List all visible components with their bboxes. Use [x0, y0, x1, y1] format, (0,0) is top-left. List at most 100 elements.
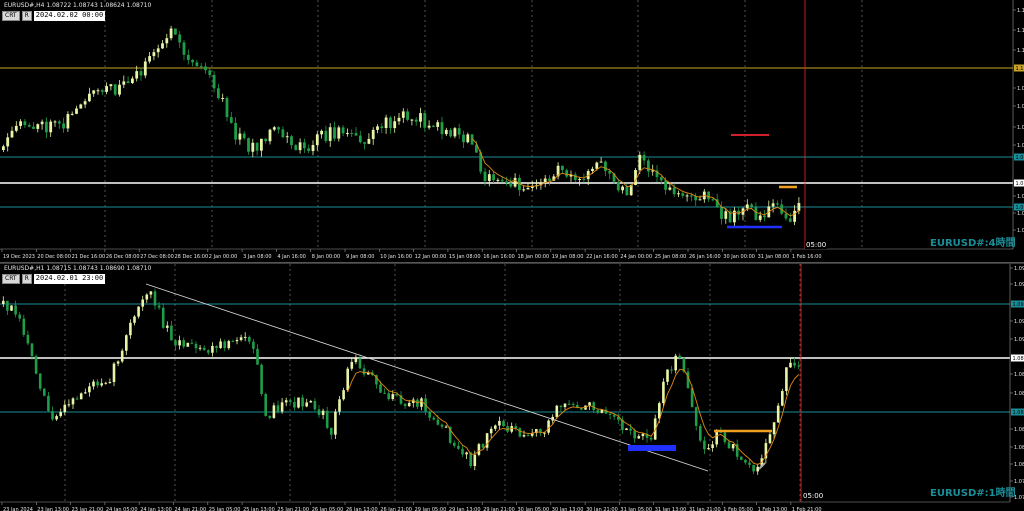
- candle-body: [462, 134, 465, 143]
- h4-r-tag[interactable]: R: [21, 11, 32, 21]
- price-label: 1.0: [1017, 125, 1024, 131]
- candle-body: [32, 126, 35, 129]
- candle-body: [118, 84, 121, 95]
- candle-body: [135, 71, 139, 79]
- candle-body: [595, 162, 599, 169]
- candle-body: [43, 388, 46, 396]
- h1-chart-canvas[interactable]: 1.091.091.091.091.081.081.081.081.081.07…: [0, 264, 1024, 511]
- candle-body: [137, 306, 140, 317]
- candle-body: [416, 399, 419, 407]
- candle-body: [49, 121, 53, 133]
- time-label: 24 Jan 21:00: [175, 507, 207, 511]
- candle-body: [303, 142, 306, 149]
- time-label: 22 Jan 16:00: [586, 254, 618, 260]
- candle-body: [750, 204, 753, 208]
- candle-body: [47, 395, 50, 412]
- h4-chart-canvas[interactable]: 1.11.11.11.01.01.01.01.01.01.01.11.01.01…: [0, 0, 1024, 262]
- candle-body: [92, 90, 96, 94]
- price-label: 1.0: [1017, 143, 1024, 149]
- candle-body: [379, 384, 382, 393]
- candle-body: [152, 52, 156, 57]
- h1-r-tag[interactable]: R: [21, 274, 32, 284]
- time-label: 16 Jan 16:00: [483, 254, 515, 260]
- candle-body: [324, 130, 328, 141]
- candle-body: [40, 121, 44, 125]
- candle-body: [112, 363, 116, 382]
- candle-body: [338, 399, 341, 412]
- candle-body: [333, 127, 336, 139]
- candle-body: [260, 138, 263, 151]
- candle-body: [122, 81, 126, 85]
- candle-body: [96, 90, 100, 92]
- candle-body: [108, 381, 112, 383]
- candle-body: [330, 427, 333, 435]
- candle-body: [129, 322, 132, 336]
- candle-body: [156, 48, 160, 53]
- candle-body: [221, 97, 225, 99]
- candle-body: [727, 442, 731, 449]
- candle-body: [19, 121, 22, 126]
- price-label: 1.0: [1017, 104, 1024, 110]
- time-label: 1 Feb 05:00: [723, 507, 753, 511]
- candle-body: [756, 466, 759, 472]
- candle-body: [685, 195, 689, 197]
- candle-body: [449, 129, 452, 137]
- time-label: 31 Jan 21:00: [689, 507, 721, 511]
- candle-body: [242, 133, 246, 139]
- candle-body: [264, 394, 267, 416]
- time-label: 30 Jan 00:00: [723, 254, 755, 260]
- candle-body: [457, 445, 460, 449]
- candle-body: [231, 341, 235, 343]
- price-label: 1.09: [1014, 282, 1024, 288]
- candle-body: [290, 136, 293, 146]
- candle-body: [100, 90, 104, 92]
- candle-body: [384, 117, 388, 129]
- time-label: 28 Dec 16:00: [175, 254, 209, 260]
- time-label: 31 Jan 05:00: [620, 507, 652, 511]
- time-label: 24 Jan 00:00: [620, 254, 652, 260]
- candle-body: [621, 186, 624, 191]
- h1-chart-panel[interactable]: 1.09 1.09 1.09 1.09 1.08 1.08 1.08 1.08 1.08 1.07…: [0, 263, 1024, 511]
- h1-toolbar: CRT R 2024.02.01 23:00: [2, 274, 106, 284]
- candle-body: [143, 61, 147, 76]
- candle-body: [423, 113, 427, 128]
- candle-body: [96, 381, 99, 386]
- candle-body: [248, 336, 251, 342]
- candle-body: [571, 403, 575, 405]
- candle-body: [53, 121, 57, 123]
- time-label: 25 Jan 13:00: [243, 507, 275, 511]
- candle-body: [70, 113, 74, 115]
- candle-body: [785, 367, 788, 392]
- candle-body: [328, 127, 332, 141]
- h4-time-box: 2024.02.02 00:00: [33, 11, 106, 21]
- h1-crt-tag[interactable]: CRT: [2, 274, 20, 284]
- time-label: 25 Jan 05:00: [209, 507, 241, 511]
- h4-chart-panel[interactable]: 1.1 1.1 1.1 1.0 1.0 1.0 1.0 1.0 1.0 1.0 1.1 1.0 1.0 1…: [0, 0, 1024, 262]
- candle-body: [494, 425, 497, 429]
- candle-body: [498, 420, 501, 426]
- candle-body: [260, 364, 263, 395]
- candle-body: [334, 411, 337, 435]
- candle-body: [104, 382, 108, 384]
- candle-body: [461, 448, 464, 455]
- candle-body: [120, 350, 124, 362]
- candle-body: [18, 314, 21, 319]
- trend-line: [145, 283, 709, 472]
- candle-body: [75, 398, 79, 400]
- candle-body: [578, 178, 581, 181]
- candle-body: [561, 165, 564, 171]
- candle-body: [23, 121, 27, 126]
- h4-crt-tag[interactable]: CRT: [2, 11, 20, 21]
- time-label: 3 Jan 08:00: [243, 254, 271, 260]
- candle-body: [51, 411, 54, 420]
- candle-body: [600, 409, 604, 413]
- candle-body: [711, 199, 715, 201]
- candle-body: [358, 358, 362, 369]
- candle-body: [444, 129, 448, 135]
- candle-body: [289, 400, 292, 402]
- candle-body: [758, 215, 762, 220]
- candle-body: [647, 160, 650, 172]
- candle-body: [420, 398, 423, 407]
- price-box-label: 1.0: [1016, 205, 1024, 211]
- h4-watermark: EURUSD#:4時間: [930, 238, 1016, 249]
